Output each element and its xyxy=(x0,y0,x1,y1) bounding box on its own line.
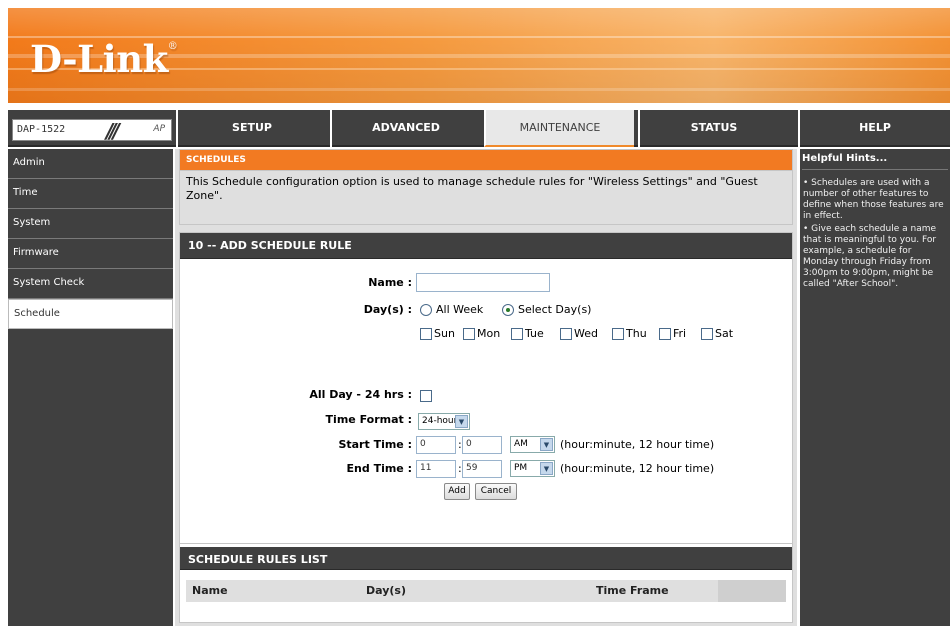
day-sat-label: Sat xyxy=(715,327,734,340)
main-content: SCHEDULES This Schedule configuration op… xyxy=(175,149,797,626)
help-hint: • Give each schedule a name that is mean… xyxy=(803,224,937,289)
end-time-label: End Time : xyxy=(346,462,412,475)
help-body: • Schedules are used with a number of ot… xyxy=(802,169,948,290)
end-ampm-value: PM xyxy=(514,463,528,473)
day-sun-label: Sun xyxy=(434,327,455,340)
tab-help[interactable]: HELP xyxy=(798,110,950,147)
day-wed-checkbox[interactable] xyxy=(560,328,572,340)
days-label: Day(s) : xyxy=(363,303,412,316)
sidebar-item-time[interactable]: Time xyxy=(8,179,173,209)
start-hour-input[interactable]: 0 xyxy=(416,436,456,454)
column-actions xyxy=(718,580,786,602)
end-ampm-select[interactable]: PM ▼ xyxy=(510,460,555,477)
sidebar: Admin Time System Firmware System Check … xyxy=(8,149,173,626)
logo-text: D-Link xyxy=(30,37,168,81)
start-time-hint: (hour:minute, 12 hour time) xyxy=(560,438,715,451)
sidebar-item-firmware[interactable]: Firmware xyxy=(8,239,173,269)
end-time-hint: (hour:minute, 12 hour time) xyxy=(560,462,715,475)
all-week-label: All Week xyxy=(436,303,484,316)
day-sat-checkbox[interactable] xyxy=(701,328,713,340)
cancel-button[interactable]: Cancel xyxy=(475,483,517,500)
sidebar-item-schedule[interactable]: Schedule xyxy=(8,299,173,329)
rules-table-header: Name Day(s) Time Frame xyxy=(186,580,786,602)
tab-advanced[interactable]: ADVANCED xyxy=(330,110,480,147)
day-tue-label: Tue xyxy=(525,327,544,340)
day-wed-label: Wed xyxy=(574,327,598,340)
schedule-rules-list-panel: SCHEDULE RULES LIST Name Day(s) Time Fra… xyxy=(179,543,793,623)
day-thu-checkbox[interactable] xyxy=(612,328,624,340)
add-rule-title: 10 -- ADD SCHEDULE RULE xyxy=(180,233,792,259)
column-name: Name xyxy=(192,584,228,597)
add-button[interactable]: Add xyxy=(444,483,470,500)
day-sun-checkbox[interactable] xyxy=(420,328,432,340)
help-hint: • Schedules are used with a number of ot… xyxy=(803,178,944,221)
tab-status[interactable]: STATUS xyxy=(638,110,788,147)
start-ampm-value: AM xyxy=(514,439,528,449)
chevron-down-icon: ▼ xyxy=(540,462,553,475)
all-week-radio[interactable] xyxy=(420,304,432,316)
tab-setup[interactable]: SETUP xyxy=(176,110,326,147)
top-navigation: DAP-1522 /// AP SETUP ADVANCED MAINTENAN… xyxy=(8,110,950,147)
dlink-logo: D-Link® xyxy=(30,37,178,81)
sidebar-item-system[interactable]: System xyxy=(8,209,173,239)
tab-maintenance[interactable]: MAINTENANCE xyxy=(484,110,634,147)
all-day-label: All Day - 24 hrs : xyxy=(309,388,412,401)
all-day-checkbox[interactable] xyxy=(420,390,432,402)
sidebar-item-admin[interactable]: Admin xyxy=(8,149,173,179)
model-indicator: DAP-1522 /// AP xyxy=(12,119,172,143)
start-ampm-select[interactable]: AM ▼ xyxy=(510,436,555,453)
section-description: This Schedule configuration option is us… xyxy=(180,170,792,224)
day-thu-label: Thu xyxy=(626,327,647,340)
end-hour-input[interactable]: 11 xyxy=(416,460,456,478)
schedules-panel: SCHEDULES This Schedule configuration op… xyxy=(179,149,793,225)
help-panel: Helpful Hints... • Schedules are used wi… xyxy=(800,149,950,626)
day-mon-checkbox[interactable] xyxy=(463,328,475,340)
registered-mark: ® xyxy=(167,41,178,52)
add-schedule-rule-panel: 10 -- ADD SCHEDULE RULE Name : Day(s) : … xyxy=(179,232,793,547)
slash-divider-icon: /// xyxy=(106,119,120,143)
day-fri-label: Fri xyxy=(673,327,687,340)
name-label: Name : xyxy=(368,276,412,289)
name-input[interactable] xyxy=(416,273,550,292)
section-title: SCHEDULES xyxy=(180,150,792,170)
chevron-down-icon: ▼ xyxy=(540,438,553,451)
end-minute-input[interactable]: 59 xyxy=(462,460,502,478)
select-days-radio[interactable] xyxy=(502,304,514,316)
rules-list-title: SCHEDULE RULES LIST xyxy=(180,544,792,570)
column-days: Day(s) xyxy=(366,584,406,597)
sidebar-item-system-check[interactable]: System Check xyxy=(8,269,173,299)
day-mon-label: Mon xyxy=(477,327,501,340)
time-format-value: 24-hour xyxy=(422,416,458,426)
time-format-select[interactable]: 24-hour ▼ xyxy=(418,413,470,430)
day-tue-checkbox[interactable] xyxy=(511,328,523,340)
start-time-label: Start Time : xyxy=(338,438,412,451)
banner-streak xyxy=(8,88,950,91)
day-fri-checkbox[interactable] xyxy=(659,328,671,340)
help-title: Helpful Hints... xyxy=(802,153,888,164)
chevron-down-icon: ▼ xyxy=(455,415,468,428)
start-minute-input[interactable]: 0 xyxy=(462,436,502,454)
model-mode: AP xyxy=(153,124,165,134)
select-days-label: Select Day(s) xyxy=(518,303,592,316)
time-format-label: Time Format : xyxy=(325,413,412,426)
header-banner: D-Link® xyxy=(8,8,950,107)
model-name: DAP-1522 xyxy=(17,124,66,135)
column-time-frame: Time Frame xyxy=(596,584,669,597)
